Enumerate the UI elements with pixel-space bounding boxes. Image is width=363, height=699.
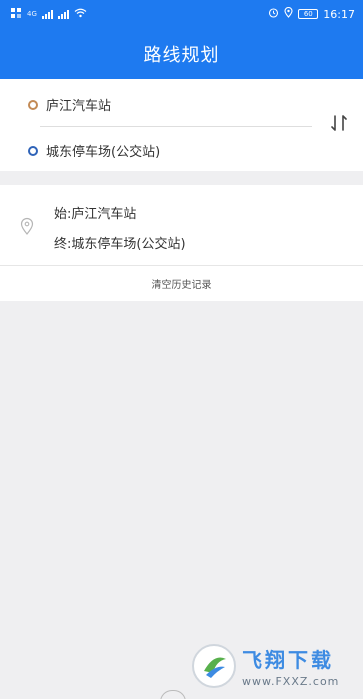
watermark-cn: 飞翔下载 [242, 648, 334, 672]
history-start: 始:庐江汽车站 [54, 207, 137, 222]
watermark-logo-icon [192, 644, 236, 688]
sim-icon [10, 7, 22, 22]
route-divider [40, 126, 312, 127]
status-time: 16:17 [323, 7, 355, 21]
end-location-text: 城东停车场(公交站) [46, 145, 161, 160]
signal-icon [41, 9, 53, 19]
clear-history-label: 清空历史记录 [151, 279, 212, 291]
map-pin-icon [20, 217, 34, 235]
watermark-text: 飞翔下载 www.FXXZ.com [242, 644, 339, 688]
swap-button[interactable] [327, 113, 351, 137]
signal-icon-2 [57, 9, 69, 19]
watermark: 飞翔下载 www.FXXZ.com [192, 636, 358, 696]
start-location-text: 庐江汽车站 [46, 99, 112, 114]
page-title: 路线规划 [143, 44, 220, 66]
history-card: 始:庐江汽车站 终:城东停车场(公交站) 清空历史记录 [0, 185, 363, 301]
watermark-url: www.FXXZ.com [242, 675, 340, 688]
clear-history-button[interactable]: 清空历史记录 [0, 265, 363, 301]
status-bar: 4G 60 16:17 [0, 0, 363, 28]
start-location-field[interactable]: 庐江汽车站 [28, 95, 111, 114]
alarm-icon [268, 7, 279, 21]
status-right: 60 16:17 [268, 6, 355, 21]
status-left: 4G [10, 7, 87, 22]
location-icon [284, 6, 293, 21]
end-location-field[interactable]: 城东停车场(公交站) [28, 141, 160, 160]
end-dot-icon [28, 145, 38, 156]
route-card: 庐江汽车站 城东停车场(公交站) [0, 79, 363, 171]
battery-icon: 60 [298, 9, 319, 19]
header: 路线规划 [0, 28, 363, 79]
home-indicator [160, 690, 186, 699]
wifi-icon [74, 8, 87, 21]
history-item[interactable]: 始:庐江汽车站 终:城东停车场(公交站) [0, 185, 363, 265]
history-end: 终:城东停车场(公交站) [54, 237, 186, 252]
start-dot-icon [28, 99, 38, 110]
network-tag: 4G [27, 9, 37, 18]
swap-icon [328, 112, 350, 138]
